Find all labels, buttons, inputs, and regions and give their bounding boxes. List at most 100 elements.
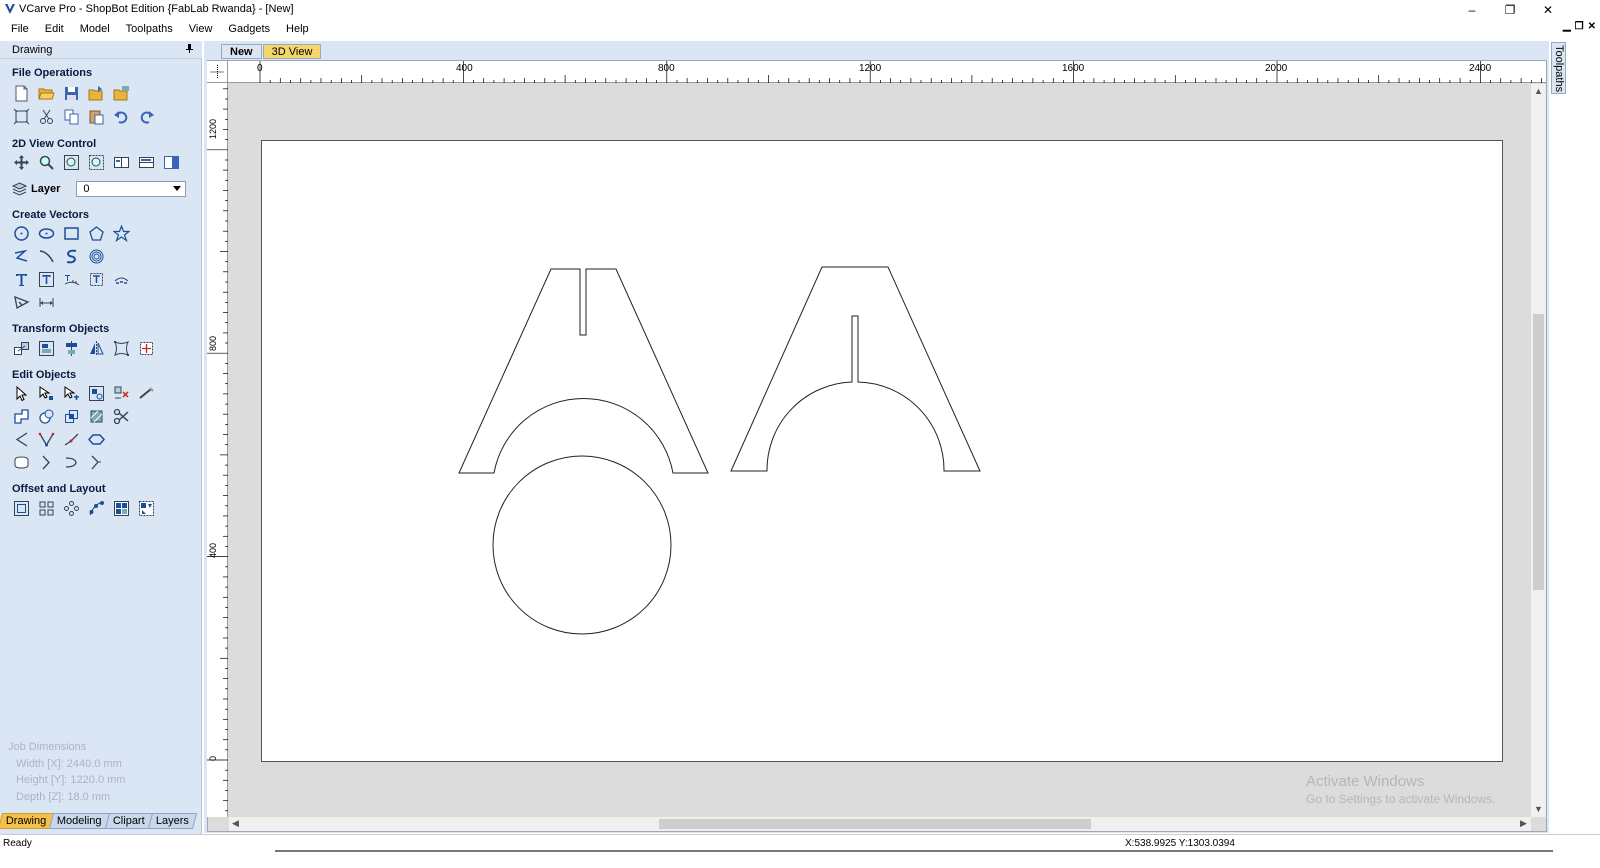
vertical-scroll-thumb[interactable] xyxy=(1533,314,1544,590)
text-arc-icon[interactable] xyxy=(87,270,106,289)
draw-polygon-icon[interactable] xyxy=(87,224,106,243)
draw-arc-icon[interactable] xyxy=(37,247,56,266)
nest-parts-icon[interactable] xyxy=(137,499,156,518)
tab-modeling[interactable]: Modeling xyxy=(49,813,111,829)
menu-gadgets[interactable]: Gadgets xyxy=(220,23,278,35)
menu-model[interactable]: Model xyxy=(72,23,118,35)
scroll-up-icon[interactable]: ▲ xyxy=(1534,86,1543,96)
measure-icon[interactable] xyxy=(137,384,156,403)
tab-3d-view[interactable]: 3D View xyxy=(262,44,322,59)
selection-tools-icon[interactable] xyxy=(87,384,106,403)
import-bitmap-icon[interactable] xyxy=(112,84,131,103)
new-file-icon[interactable] xyxy=(12,84,31,103)
move-icon[interactable] xyxy=(12,339,31,358)
distort-icon[interactable] xyxy=(112,339,131,358)
draw-star-icon[interactable] xyxy=(112,224,131,243)
scroll-right-icon[interactable]: ▶ xyxy=(1520,818,1527,829)
minimize-button[interactable]: – xyxy=(1452,0,1492,19)
menu-view[interactable]: View xyxy=(181,23,221,35)
menu-file[interactable]: File xyxy=(3,23,37,35)
horizontal-scrollbar[interactable]: ◀ ▶ xyxy=(229,817,1531,831)
job-dimensions-title: Job Dimensions xyxy=(8,741,87,753)
dimension-icon[interactable] xyxy=(37,293,56,312)
toolpaths-panel-tab[interactable]: Toolpaths xyxy=(1551,42,1566,94)
view-toggle-icon[interactable] xyxy=(162,153,181,172)
auto-layout-text-icon[interactable] xyxy=(37,270,56,289)
join-vectors-icon[interactable] xyxy=(37,430,56,449)
zoom-extents-icon[interactable] xyxy=(62,153,81,172)
text-on-curve-icon[interactable] xyxy=(62,270,81,289)
align-icon[interactable] xyxy=(37,339,56,358)
redo-icon[interactable] xyxy=(137,107,156,126)
draw-rectangle-icon[interactable] xyxy=(62,224,81,243)
draw-curve-icon[interactable] xyxy=(62,247,81,266)
job-setup-icon[interactable] xyxy=(12,107,31,126)
tab-drawing[interactable]: Drawing xyxy=(0,813,55,829)
view-split-horizontal-icon[interactable] xyxy=(112,153,131,172)
menu-edit[interactable]: Edit xyxy=(37,23,72,35)
save-file-icon[interactable] xyxy=(62,84,81,103)
close-vectors-icon[interactable] xyxy=(87,430,106,449)
offset-icon[interactable] xyxy=(12,499,31,518)
undo-icon[interactable] xyxy=(112,107,131,126)
zoom-icon[interactable] xyxy=(37,153,56,172)
curve-fit-icon[interactable] xyxy=(62,430,81,449)
smooth-polyline-icon[interactable] xyxy=(12,453,31,472)
draw-polyline-icon[interactable] xyxy=(12,247,31,266)
draw-circle-icon[interactable] xyxy=(12,224,31,243)
create-boundary-icon[interactable] xyxy=(87,407,106,426)
tab-layers[interactable]: Layers xyxy=(147,813,197,829)
view-control-row xyxy=(12,153,181,172)
copy-icon[interactable] xyxy=(62,107,81,126)
mdi-close-button[interactable]: ✕ xyxy=(1588,21,1596,32)
nesting-icon[interactable] xyxy=(112,499,131,518)
mirror-icon[interactable] xyxy=(87,339,106,358)
layer-dropdown[interactable]: 0 xyxy=(76,181,187,197)
material-sheet[interactable] xyxy=(261,140,1503,762)
scissors-icon[interactable] xyxy=(112,407,131,426)
tab-new[interactable]: New xyxy=(221,44,262,59)
layer-label: Layer xyxy=(31,183,61,195)
view-split-vertical-icon[interactable] xyxy=(137,153,156,172)
align-center-icon[interactable] xyxy=(62,339,81,358)
menu-help[interactable]: Help xyxy=(278,23,317,35)
extend-vector-icon[interactable] xyxy=(37,453,56,472)
import-vectors-icon[interactable] xyxy=(87,84,106,103)
draw-spiral-icon[interactable] xyxy=(87,247,106,266)
close-button[interactable]: ✕ xyxy=(1528,0,1568,19)
scroll-down-icon[interactable]: ▼ xyxy=(1534,804,1543,814)
fillet-vector-icon[interactable] xyxy=(87,453,106,472)
section-create-vectors: Create Vectors xyxy=(12,209,90,221)
set-origin-icon[interactable] xyxy=(137,339,156,358)
trim-vector-icon[interactable] xyxy=(62,453,81,472)
zoom-selected-icon[interactable] xyxy=(87,153,106,172)
subtract-icon[interactable] xyxy=(37,407,56,426)
circular-array-icon[interactable] xyxy=(62,499,81,518)
vertical-scrollbar[interactable]: ▲ ▼ xyxy=(1531,84,1546,817)
draw-fillet-icon[interactable] xyxy=(12,293,31,312)
pan-view-icon[interactable] xyxy=(12,153,31,172)
transform-select-icon[interactable] xyxy=(62,384,81,403)
maximize-button[interactable]: ❐ xyxy=(1490,0,1530,19)
intersect-icon[interactable] xyxy=(62,407,81,426)
horizontal-scroll-thumb[interactable] xyxy=(659,819,1091,829)
text-fit-icon[interactable] xyxy=(112,270,131,289)
trim-icon[interactable] xyxy=(112,384,131,403)
join-open-vectors-icon[interactable] xyxy=(12,430,31,449)
select-icon[interactable] xyxy=(12,384,31,403)
weld-icon[interactable] xyxy=(12,407,31,426)
draw-ellipse-icon[interactable] xyxy=(37,224,56,243)
menu-toolpaths[interactable]: Toolpaths xyxy=(118,23,181,35)
draw-text-icon[interactable] xyxy=(12,270,31,289)
node-edit-icon[interactable] xyxy=(37,384,56,403)
pin-icon[interactable] xyxy=(185,44,194,55)
mdi-restore-button[interactable]: ❐ xyxy=(1575,21,1584,32)
paste-icon[interactable] xyxy=(87,107,106,126)
array-copy-icon[interactable] xyxy=(37,499,56,518)
scroll-left-icon[interactable]: ◀ xyxy=(232,818,239,829)
tab-clipart[interactable]: Clipart xyxy=(104,813,153,829)
copy-along-vector-icon[interactable] xyxy=(87,499,106,518)
mdi-minimize-button[interactable]: ▁ xyxy=(1563,21,1571,32)
open-file-icon[interactable] xyxy=(37,84,56,103)
cut-icon[interactable] xyxy=(37,107,56,126)
